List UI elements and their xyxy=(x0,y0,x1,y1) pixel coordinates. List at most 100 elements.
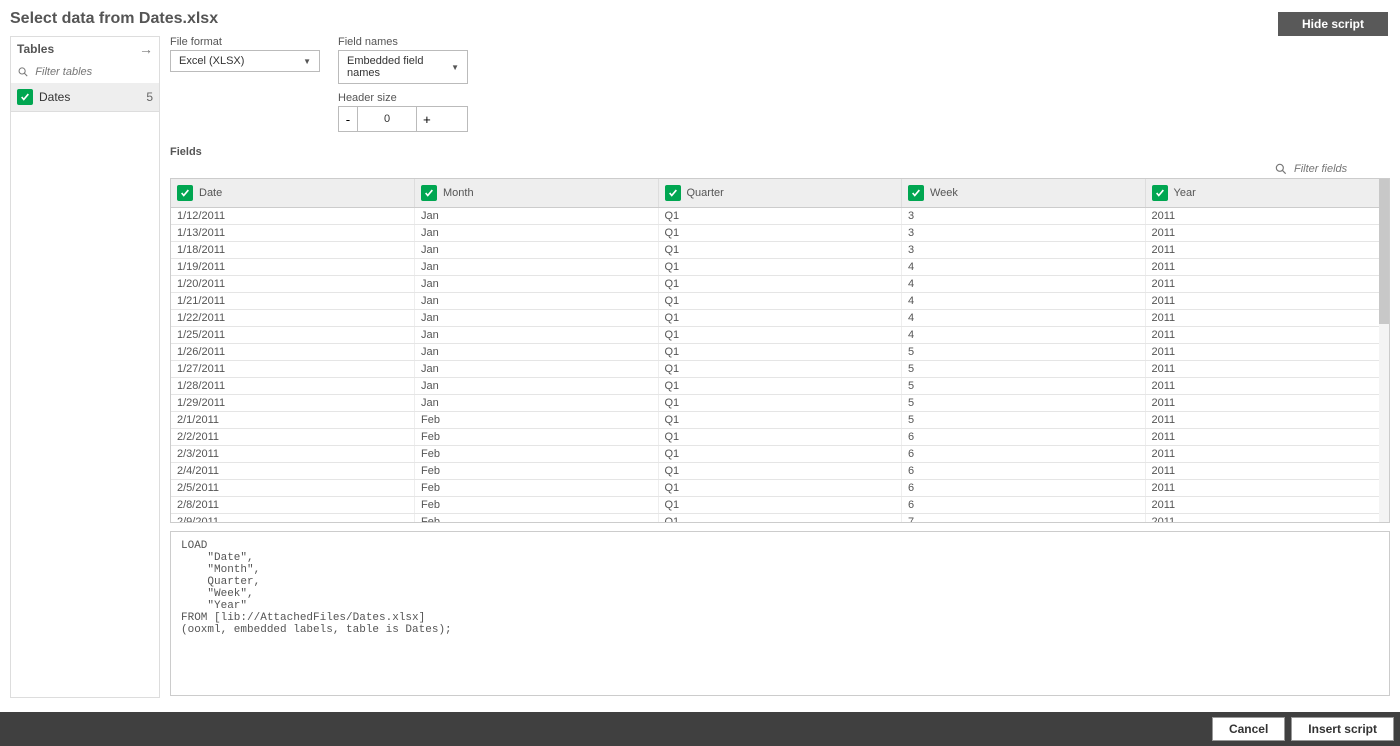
table-row: 2/5/2011FebQ162011 xyxy=(171,480,1389,497)
vertical-scrollbar[interactable]: ▼ xyxy=(1379,179,1389,522)
table-cell: Q1 xyxy=(658,497,902,514)
checkbox-icon[interactable] xyxy=(908,185,924,201)
table-cell: Jan xyxy=(415,395,659,412)
table-cell: 5 xyxy=(902,344,1146,361)
table-cell: Q1 xyxy=(658,293,902,310)
table-cell: 2/9/2011 xyxy=(171,514,415,524)
table-cell: 1/12/2011 xyxy=(171,208,415,225)
table-cell: Q1 xyxy=(658,429,902,446)
table-cell: 2011 xyxy=(1145,293,1389,310)
filter-fields-input[interactable] xyxy=(1292,162,1372,176)
table-cell: 2011 xyxy=(1145,497,1389,514)
table-cell: 4 xyxy=(902,310,1146,327)
table-cell: Feb xyxy=(415,497,659,514)
table-row: 2/3/2011FebQ162011 xyxy=(171,446,1389,463)
table-cell: 1/13/2011 xyxy=(171,225,415,242)
table-cell: Jan xyxy=(415,208,659,225)
table-cell: 2011 xyxy=(1145,446,1389,463)
table-cell: 4 xyxy=(902,259,1146,276)
table-cell: Q1 xyxy=(658,412,902,429)
table-cell: Jan xyxy=(415,327,659,344)
table-row: 1/13/2011JanQ132011 xyxy=(171,225,1389,242)
column-header[interactable]: Year xyxy=(1145,179,1389,208)
table-cell: 2011 xyxy=(1145,480,1389,497)
table-cell: 6 xyxy=(902,463,1146,480)
table-cell: Feb xyxy=(415,429,659,446)
table-cell: 2/3/2011 xyxy=(171,446,415,463)
cancel-button[interactable]: Cancel xyxy=(1212,717,1285,741)
table-cell: 2011 xyxy=(1145,310,1389,327)
table-row: 1/22/2011JanQ142011 xyxy=(171,310,1389,327)
table-item-name: Dates xyxy=(39,90,70,104)
script-preview: LOAD "Date", "Month", Quarter, "Week", "… xyxy=(170,531,1390,696)
table-cell: Q1 xyxy=(658,259,902,276)
table-cell: 1/21/2011 xyxy=(171,293,415,310)
filter-tables[interactable] xyxy=(11,61,159,83)
table-item[interactable]: Dates 5 xyxy=(11,83,159,112)
data-table: DateMonthQuarterWeekYear 1/12/2011JanQ13… xyxy=(170,178,1390,523)
column-header[interactable]: Week xyxy=(902,179,1146,208)
column-header-label: Quarter xyxy=(687,187,724,199)
checkbox-icon[interactable] xyxy=(421,185,437,201)
header-size-label: Header size xyxy=(338,92,468,104)
table-cell: 1/20/2011 xyxy=(171,276,415,293)
fields-label: Fields xyxy=(170,146,1390,158)
column-header[interactable]: Date xyxy=(171,179,415,208)
table-cell: 4 xyxy=(902,293,1146,310)
table-cell: Jan xyxy=(415,293,659,310)
table-cell: 2/4/2011 xyxy=(171,463,415,480)
table-cell: 1/27/2011 xyxy=(171,361,415,378)
header-size-value: 0 xyxy=(357,107,417,131)
table-cell: 2011 xyxy=(1145,361,1389,378)
column-header[interactable]: Quarter xyxy=(658,179,902,208)
filter-tables-input[interactable] xyxy=(33,65,153,79)
filter-fields[interactable] xyxy=(170,162,1372,176)
checkbox-icon[interactable] xyxy=(177,185,193,201)
insert-script-button[interactable]: Insert script xyxy=(1291,717,1394,741)
field-names-label: Field names xyxy=(338,36,468,48)
checkbox-icon[interactable] xyxy=(17,89,33,105)
table-cell: Jan xyxy=(415,361,659,378)
file-format-value: Excel (XLSX) xyxy=(179,55,244,67)
table-cell: 2011 xyxy=(1145,327,1389,344)
checkbox-icon[interactable] xyxy=(665,185,681,201)
table-cell: 2011 xyxy=(1145,276,1389,293)
table-cell: Jan xyxy=(415,225,659,242)
expand-arrow-icon[interactable]: → xyxy=(139,41,153,57)
table-cell: Feb xyxy=(415,412,659,429)
field-names-select[interactable]: Embedded field names ▼ xyxy=(338,50,468,84)
table-cell: Jan xyxy=(415,378,659,395)
column-header[interactable]: Month xyxy=(415,179,659,208)
table-cell: Q1 xyxy=(658,446,902,463)
table-cell: 4 xyxy=(902,276,1146,293)
table-cell: 1/28/2011 xyxy=(171,378,415,395)
tables-header-label: Tables xyxy=(17,42,54,56)
table-cell: 2/5/2011 xyxy=(171,480,415,497)
file-format-select[interactable]: Excel (XLSX) ▼ xyxy=(170,50,320,72)
table-cell: Jan xyxy=(415,344,659,361)
table-row: 1/12/2011JanQ132011 xyxy=(171,208,1389,225)
table-row: 1/18/2011JanQ132011 xyxy=(171,242,1389,259)
field-names-value: Embedded field names xyxy=(347,55,443,79)
table-cell: 1/18/2011 xyxy=(171,242,415,259)
table-row: 1/21/2011JanQ142011 xyxy=(171,293,1389,310)
table-cell: Q1 xyxy=(658,378,902,395)
table-cell: Feb xyxy=(415,463,659,480)
table-row: 1/20/2011JanQ142011 xyxy=(171,276,1389,293)
table-cell: 5 xyxy=(902,395,1146,412)
header-size-plus-button[interactable]: + xyxy=(417,107,435,131)
tables-panel: Tables → Dates 5 xyxy=(10,36,160,698)
hide-script-button[interactable]: Hide script xyxy=(1278,12,1388,36)
scrollbar-thumb[interactable] xyxy=(1379,179,1389,324)
table-item-count: 5 xyxy=(146,90,153,104)
table-row: 1/19/2011JanQ142011 xyxy=(171,259,1389,276)
table-cell: 6 xyxy=(902,446,1146,463)
column-header-label: Month xyxy=(443,187,474,199)
header-size-minus-button[interactable]: - xyxy=(339,107,357,131)
table-cell: Feb xyxy=(415,480,659,497)
table-row: 1/28/2011JanQ152011 xyxy=(171,378,1389,395)
table-cell: Q1 xyxy=(658,276,902,293)
table-cell: 3 xyxy=(902,242,1146,259)
table-cell: 2011 xyxy=(1145,344,1389,361)
checkbox-icon[interactable] xyxy=(1152,185,1168,201)
